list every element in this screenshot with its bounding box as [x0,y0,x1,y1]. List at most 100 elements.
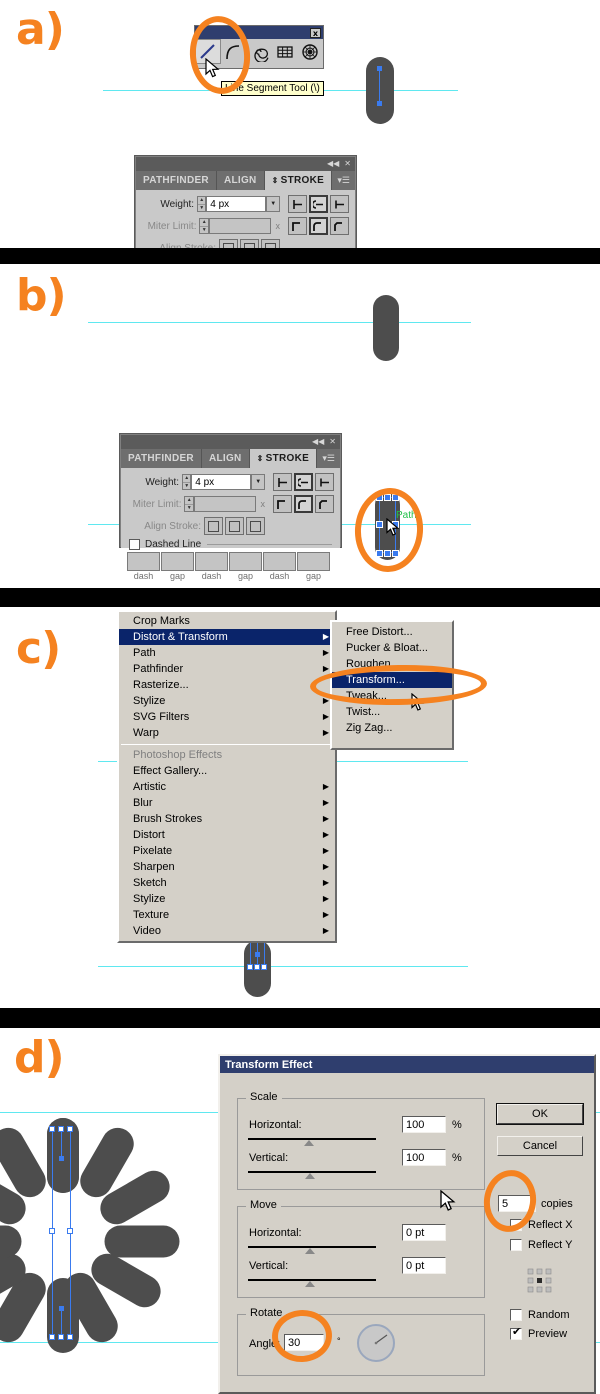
collapse-icon[interactable]: ◀◀ [327,160,339,168]
menu-item-crop-marks[interactable]: Crop Marks [119,613,335,629]
cap-round-icon[interactable] [309,195,329,213]
menu-item-pixelate[interactable]: Pixelate ▶ [119,843,335,859]
weight-stepper[interactable]: ▲ ▼ [197,196,207,212]
ok-button[interactable]: OK [497,1104,583,1124]
join-miter-icon[interactable] [272,495,292,513]
align-outside-icon[interactable] [261,239,280,248]
path-handle-c-1[interactable] [247,964,253,970]
tab-stroke[interactable]: ⇕ STROKE [249,449,318,468]
menu-item-texture[interactable]: Texture ▶ [119,907,335,923]
dash-input-1[interactable] [161,552,194,571]
path-handle-bottom-1[interactable] [49,1334,55,1340]
dashed-line-checkbox[interactable] [129,539,140,550]
dash-input-0[interactable] [127,552,160,571]
transform-origin-widget[interactable] [527,1268,553,1294]
miter-stepper[interactable]: ▲ ▼ [199,218,209,234]
menu-item-artistic[interactable]: Artistic ▶ [119,779,335,795]
menu-item-blur[interactable]: Blur ▶ [119,795,335,811]
tab-align[interactable]: ALIGN [216,171,265,190]
chevron-down-icon[interactable]: ▼ [251,474,266,490]
tab-stroke[interactable]: ⇕ STROKE [264,171,333,190]
menu-item-stylize[interactable]: Stylize ▶ [119,693,335,709]
menu-item-rasterize[interactable]: Rasterize... [119,677,335,693]
submenu-item-free-distort[interactable]: Free Distort... [332,624,452,640]
panel-menu-icon[interactable]: ▾☰ [317,449,340,468]
path-handle-top-3[interactable] [67,1126,73,1132]
align-center-icon[interactable] [219,239,238,248]
weight-input[interactable]: 4 px [206,196,267,212]
dash-input-4[interactable] [263,552,296,571]
scale-horizontal-slider-thumb[interactable] [304,1140,314,1146]
cap-round-icon[interactable] [294,473,314,491]
move-horizontal-slider-thumb[interactable] [305,1248,315,1254]
menu-item-brush-strokes[interactable]: Brush Strokes ▶ [119,811,335,827]
join-round-icon[interactable] [308,217,328,235]
collapse-icon[interactable]: ◀◀ [312,438,324,446]
menu-item-distort-transform[interactable]: Distort & Transform ▶ [119,629,335,645]
preview-checkbox[interactable] [510,1325,522,1340]
menu-item-warp[interactable]: Warp ▶ [119,725,335,741]
stroke-panel-a[interactable]: ◀◀ ✕ PATHFINDER ALIGN ⇕ STROKE ▾☰ Weight… [135,156,356,248]
close-icon[interactable]: ✕ [329,438,336,446]
effect-menu[interactable]: Crop Marks Distort & Transform ▶ Path ▶ … [117,610,337,943]
submenu-item-twist[interactable]: Twist... [332,704,452,720]
rectangular-grid-tool-icon[interactable] [272,39,298,64]
menu-item-distort[interactable]: Distort ▶ [119,827,335,843]
align-inside-icon[interactable] [240,239,259,248]
cancel-button[interactable]: Cancel [497,1136,583,1156]
tab-pathfinder[interactable]: PATHFINDER [136,171,217,190]
path-handle-c-2[interactable] [254,964,260,970]
menu-item-pathfinder[interactable]: Pathfinder ▶ [119,661,335,677]
weight-input[interactable]: 4 px [191,474,252,490]
align-inside-icon[interactable] [225,517,244,535]
close-icon[interactable]: ✕ [344,160,351,168]
submenu-item-zig-zag[interactable]: Zig Zag... [332,720,452,736]
stroke-panel-b[interactable]: ◀◀ ✕ PATHFINDER ALIGN ⇕ STROKE ▾☰ Weight… [120,434,341,581]
path-handle-top-2[interactable] [58,1126,64,1132]
close-icon[interactable]: x [310,27,321,38]
tab-align[interactable]: ALIGN [201,449,250,468]
menu-item-stylize-ps[interactable]: Stylize ▶ [119,891,335,907]
panel-menu-icon[interactable]: ▾☰ [332,171,355,190]
weight-stepper[interactable]: ▲ ▼ [182,474,192,490]
angle-dial[interactable] [357,1324,395,1362]
menu-item-sharpen[interactable]: Sharpen ▶ [119,859,335,875]
path-handle-bottom-3[interactable] [67,1334,73,1340]
menu-item-path[interactable]: Path ▶ [119,645,335,661]
align-center-icon[interactable] [204,517,223,535]
dash-input-5[interactable] [297,552,330,571]
path-handle-c-3[interactable] [261,964,267,970]
path-handle-mid-left[interactable] [49,1228,55,1234]
menu-item-video[interactable]: Video ▶ [119,923,335,939]
move-horizontal-input[interactable]: 0 pt [402,1224,446,1241]
miter-input[interactable] [209,218,272,234]
dash-input-3[interactable] [229,552,262,571]
move-vertical-input[interactable]: 0 pt [402,1257,446,1274]
menu-item-svg-filters[interactable]: SVG Filters ▶ [119,709,335,725]
miter-input[interactable] [194,496,257,512]
submenu-item-pucker-bloat[interactable]: Pucker & Bloat... [332,640,452,656]
join-miter-icon[interactable] [287,217,307,235]
scale-vertical-input[interactable]: 100 [402,1149,446,1166]
polar-grid-tool-icon[interactable] [297,39,323,64]
cap-projecting-icon[interactable] [330,195,350,213]
reflect-y-checkbox[interactable] [510,1239,522,1251]
miter-stepper[interactable]: ▲ ▼ [184,496,194,512]
menu-item-effect-gallery[interactable]: Effect Gallery... [119,763,335,779]
cap-butt-icon[interactable] [273,473,293,491]
scale-horizontal-input[interactable]: 100 [402,1116,446,1133]
move-vertical-slider-thumb[interactable] [305,1281,315,1287]
menu-item-sketch[interactable]: Sketch ▶ [119,875,335,891]
join-bevel-icon[interactable] [329,217,349,235]
chevron-down-icon[interactable]: ▼ [266,196,281,212]
scale-vertical-slider-thumb[interactable] [305,1173,315,1179]
join-round-icon[interactable] [293,495,313,513]
path-handle-top-1[interactable] [49,1126,55,1132]
cap-butt-icon[interactable] [288,195,308,213]
random-checkbox[interactable] [510,1309,522,1321]
dash-input-2[interactable] [195,552,228,571]
align-outside-icon[interactable] [246,517,265,535]
path-handle-bottom-2[interactable] [58,1334,64,1340]
path-handle-mid-right[interactable] [67,1228,73,1234]
tab-pathfinder[interactable]: PATHFINDER [121,449,202,468]
